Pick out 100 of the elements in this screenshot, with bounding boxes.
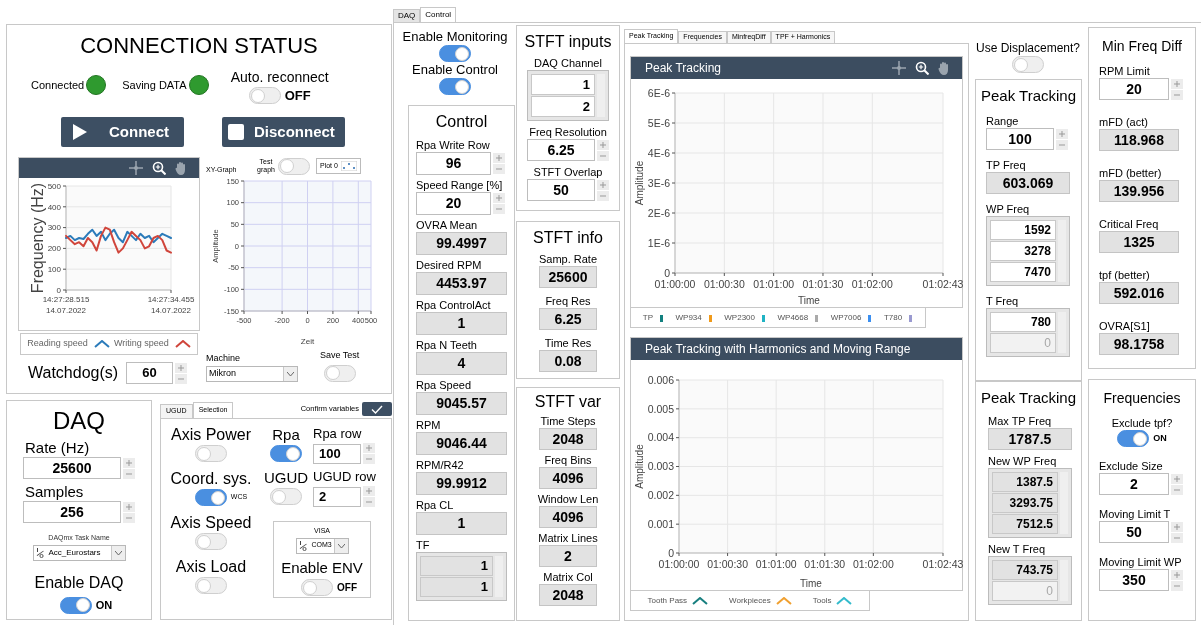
legend-label: Tools [812,594,832,607]
toggle-switch[interactable] [301,579,333,596]
toggle-switch[interactable] [270,488,302,505]
decrement-button[interactable] [493,164,505,174]
legend-label: TP [642,311,653,324]
tick-label: 01:01:30 [804,557,846,570]
toggle-switch[interactable] [59,596,92,614]
increment-button[interactable] [597,139,609,150]
array-cell: 1387.5 [992,472,1058,492]
tab[interactable]: Control [420,7,457,22]
dropdown[interactable]: Mikron [206,365,298,382]
tab[interactable]: DAQ [393,9,421,22]
number-field[interactable]: 50 [1099,521,1169,543]
toggle-switch[interactable] [195,577,227,594]
array-cell[interactable]: 7470 [990,262,1056,282]
increment-button[interactable] [1171,521,1183,532]
tick-label: 1E-6 [647,236,670,249]
tick-label: 01:00:00 [654,277,696,290]
number-field[interactable]: 2 [1099,473,1169,495]
toggle-switch[interactable] [195,533,227,550]
confirm-button[interactable] [362,402,392,416]
legend-label: WP934 [675,311,702,324]
legend-label: WP7006 [830,311,862,324]
increment-button[interactable] [1171,473,1183,484]
increment-button[interactable] [123,501,135,512]
toggle-switch[interactable] [194,489,227,506]
number-field[interactable]: 25600 [23,457,121,479]
increment-button[interactable] [493,193,505,203]
increment-button[interactable] [363,443,375,453]
number-field[interactable]: 60 [126,362,173,384]
dropdown[interactable]: Acc_Eurostars [32,544,126,561]
number-field[interactable]: 20 [416,192,491,215]
number-field[interactable]: 100 [313,443,361,464]
increment-button[interactable] [175,362,187,373]
field-label: Time Steps [540,414,596,428]
tick-label: 500 [47,181,61,191]
increment-button[interactable] [1171,78,1183,89]
plus-icon [1174,475,1180,482]
array-cell[interactable]: 780 [990,312,1056,332]
decrement-button[interactable] [597,150,609,161]
legend-label: WP4668 [777,311,809,324]
array-cell[interactable]: 2 [531,96,595,117]
action-button[interactable]: Disconnect [222,117,345,147]
number-field[interactable]: 100 [986,128,1054,150]
minus-icon [366,499,372,505]
minus-icon [366,456,372,462]
increment-button[interactable] [1056,128,1068,139]
crosshair-icon [892,61,906,75]
toggle-switch[interactable] [1117,430,1150,447]
increment-button[interactable] [363,486,375,496]
array-cell[interactable]: 1 [531,74,595,95]
decrement-button[interactable] [175,373,187,384]
toggle-switch[interactable] [248,87,281,105]
field-label: Exclude Size [1099,459,1163,473]
action-button[interactable]: Connect [61,117,184,147]
decrement-button[interactable] [493,204,505,214]
stop-icon [228,124,244,140]
tick-label: 01:02:43 [922,557,964,570]
number-field[interactable]: 2 [313,486,361,507]
field-label: Freq Bins [544,453,592,467]
decrement-button[interactable] [123,468,135,479]
array-cell[interactable]: 3278 [990,241,1056,261]
field-label: Machine [206,352,242,365]
toggle-switch[interactable] [439,45,471,62]
panel-title: Control [434,112,489,132]
field-label: Rate (Hz) [25,439,91,457]
decrement-button[interactable] [1171,580,1183,591]
decrement-button[interactable] [123,512,135,523]
field-label: Axis Power [171,425,251,445]
toggle-switch[interactable] [439,78,471,95]
minus-icon [1174,91,1180,98]
increment-button[interactable] [123,457,135,468]
increment-button[interactable] [1171,569,1183,580]
decrement-button[interactable] [1171,532,1183,543]
increment-button[interactable] [597,179,609,190]
number-field[interactable]: 96 [416,152,491,175]
decrement-button[interactable] [363,497,375,507]
dropdown-value: Acc_Eurostars [47,546,102,559]
number-field[interactable]: 20 [1099,78,1169,100]
decrement-button[interactable] [1171,484,1183,495]
number-field[interactable]: 6.25 [527,139,595,161]
toggle-switch[interactable] [1012,56,1044,73]
toggle-switch[interactable] [323,364,356,382]
toggle-switch[interactable] [270,445,302,462]
decrement-button[interactable] [597,190,609,201]
field-label: RPM/R42 [416,458,464,472]
decrement-button[interactable] [1171,89,1183,100]
decrement-button[interactable] [1056,139,1068,150]
decrement-button[interactable] [363,454,375,464]
state-label: ON [95,597,113,613]
field-label: Samples [25,483,85,501]
field-label: Max TP Freq [988,414,1052,428]
toggle-switch[interactable] [195,445,227,462]
number-field[interactable]: 50 [527,179,595,201]
array-cell[interactable]: 1592 [990,220,1056,240]
panel-title: STFT inputs [523,32,613,52]
increment-button[interactable] [493,153,505,163]
toggle-switch[interactable] [278,157,310,175]
number-field[interactable]: 256 [23,501,121,523]
number-field[interactable]: 350 [1099,569,1169,591]
